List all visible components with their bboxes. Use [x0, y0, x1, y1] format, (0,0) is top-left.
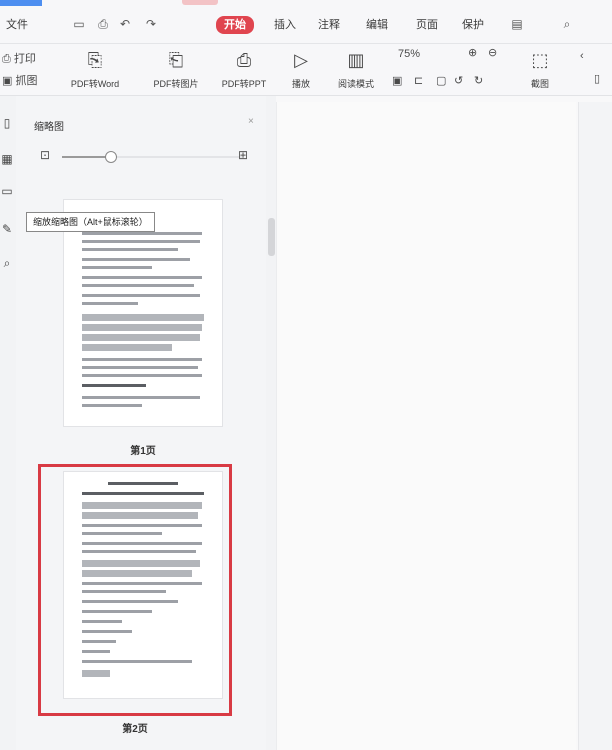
search-panel-icon[interactable]: ⌕ — [0, 254, 14, 272]
pdf-to-word-icon: ⎘ — [87, 50, 103, 70]
pane-title: 缩略图 — [34, 122, 64, 133]
undo-icon[interactable]: ↶ — [118, 16, 132, 32]
menu-insert[interactable]: 插入 — [274, 17, 296, 33]
page-label-1: 第1页 — [130, 446, 156, 457]
menu-start[interactable]: 开始 — [216, 16, 254, 34]
left-icon-strip: ▯ ▦ ▭ ✎ ⌕ — [0, 96, 16, 750]
fit-width-icon[interactable]: ⊏ — [414, 74, 423, 87]
print-icon[interactable]: ⎙ — [96, 16, 110, 32]
capture-button[interactable]: ▣ 抓图 — [2, 72, 37, 88]
zoom-out-icon[interactable]: ⊖ — [488, 46, 497, 59]
annotation-icon[interactable]: ✎ — [0, 220, 14, 238]
app-tab-indicator — [0, 0, 42, 6]
more-icon[interactable]: ▤ — [510, 16, 524, 32]
play-icon: ▷ — [294, 50, 308, 70]
rotate-right-icon[interactable]: ↻ — [474, 74, 483, 87]
page-label-2: 第2页 — [122, 724, 148, 735]
capture-small-icon: ▣ — [2, 75, 13, 87]
redo-icon[interactable]: ↷ — [144, 16, 158, 32]
thumbnail-icon[interactable]: ▦ — [0, 150, 14, 168]
print-button[interactable]: ⎙ 打印 — [2, 50, 36, 66]
pane-splitter-handle[interactable] — [268, 218, 275, 256]
rotate-left-icon[interactable]: ↺ — [454, 74, 463, 87]
single-page-icon[interactable]: ▢ — [436, 74, 446, 87]
pdf-to-ppt-icon: ⎙ — [236, 50, 252, 70]
pdf-to-image-button[interactable]: ⎗ PDF转图片 — [146, 48, 206, 92]
menu-edit[interactable]: 编辑 — [366, 17, 388, 33]
panel-icon[interactable]: ▯ — [594, 72, 600, 85]
play-button[interactable]: ▷ 播放 — [276, 48, 326, 92]
thumbnail-zoom-slider[interactable] — [62, 151, 242, 163]
book-icon: ▥ — [347, 50, 365, 70]
document-area — [276, 96, 612, 750]
thumbnail-large-icon[interactable]: ⊞ — [238, 148, 248, 162]
reading-mode-button[interactable]: ▥ 阅读模式 — [326, 48, 386, 92]
pdf-to-word-button[interactable]: ⎘ PDF转Word — [60, 48, 130, 92]
pdf-to-image-icon: ⎗ — [168, 50, 184, 70]
menu-bar: 文件 ▭ ⎙ ↶ ↷ 开始 插入 注释 编辑 页面 保护 ▤ ⌕ — [0, 0, 612, 44]
zoom-tooltip: 缩放缩略图（Alt+鼠标滚轮） — [26, 212, 155, 232]
menu-annotate[interactable]: 注释 — [318, 17, 340, 33]
pdf-to-ppt-button[interactable]: ⎙ PDF转PPT — [214, 48, 274, 92]
menu-protect[interactable]: 保护 — [462, 17, 484, 33]
menu-page[interactable]: 页面 — [416, 17, 438, 33]
ribbon-toolbar: ⎙ 打印 ▣ 抓图 ⎘ PDF转Word ⎗ PDF转图片 ⎙ PDF转PPT … — [0, 44, 612, 96]
screenshot-icon: ⬚ — [531, 50, 549, 70]
capture-label: 抓图 — [15, 75, 38, 87]
bookmark-icon[interactable]: ▯ — [0, 114, 14, 132]
search-icon[interactable]: ⌕ — [560, 16, 574, 32]
zoom-in-icon[interactable]: ⊕ — [468, 46, 477, 59]
collapse-icon[interactable]: ‹ — [580, 50, 584, 62]
thumbnail-pane: 缩略图 × ⊡ ⊞ 第1页 第2页 缩放缩略图（Alt+鼠标滚轮） — [16, 96, 266, 750]
print-small-icon: ⎙ — [2, 53, 11, 65]
document-page[interactable] — [276, 102, 576, 750]
right-side-panel — [578, 102, 612, 750]
menu-file[interactable]: 文件 — [6, 17, 28, 33]
fit-page-icon[interactable]: ▣ — [392, 74, 402, 87]
page-icon[interactable]: ▭ — [0, 182, 14, 200]
page-thumbnail-1[interactable] — [64, 200, 222, 426]
thumbnail-zoom-fill — [62, 156, 111, 158]
close-icon[interactable]: × — [248, 116, 254, 127]
save-icon[interactable]: ▭ — [72, 16, 86, 32]
page-thumbnail-2[interactable] — [64, 472, 222, 698]
print-label: 打印 — [13, 53, 36, 65]
zoom-level-text[interactable]: 75% — [398, 48, 420, 60]
active-tab-indicator — [182, 0, 218, 5]
thumbnail-zoom-handle[interactable] — [104, 151, 117, 163]
screenshot-button[interactable]: ⬚ 截图 — [516, 48, 564, 92]
thumbnail-small-icon[interactable]: ⊡ — [40, 148, 50, 162]
